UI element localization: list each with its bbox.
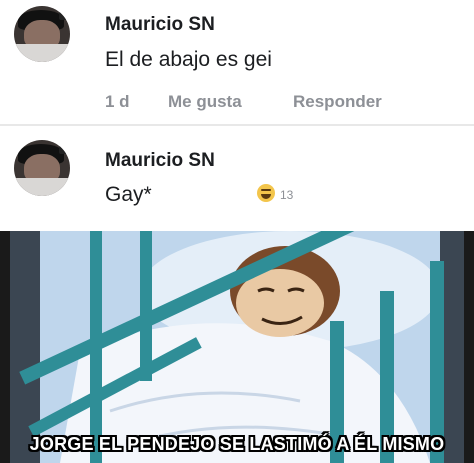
avatar-shirt <box>14 178 70 196</box>
comment-author[interactable]: Mauricio SN <box>105 150 215 172</box>
cartoon-illustration <box>0 231 474 463</box>
comment-text: El de abajo es gei <box>105 48 272 71</box>
avatar[interactable] <box>14 6 70 62</box>
comment-1: Mauricio SN El de abajo es gei 1 d Me gu… <box>0 0 474 120</box>
comment-timestamp: 1 d <box>105 92 130 111</box>
meme-caption: JORGE EL PENDEJO SE LASTIMÓ A ÉL MISMO <box>29 434 445 454</box>
avatar-badge <box>59 12 67 20</box>
comment-2: Mauricio SN Gay* 13 <box>0 130 474 230</box>
reaction-count[interactable]: 13 <box>280 188 293 202</box>
meme-image: JORGE EL PENDEJO SE LASTIMÓ A ÉL MISMO <box>0 231 474 463</box>
reply-button[interactable]: Responder <box>293 92 382 112</box>
comment-text: Gay* <box>105 183 152 206</box>
avatar[interactable] <box>14 140 70 196</box>
like-button[interactable]: Me gusta <box>168 92 242 112</box>
divider <box>0 124 474 126</box>
haha-reaction-icon[interactable] <box>257 184 275 202</box>
avatar-shirt <box>14 44 70 62</box>
comment-author[interactable]: Mauricio SN <box>105 14 215 36</box>
avatar-badge <box>59 146 67 154</box>
